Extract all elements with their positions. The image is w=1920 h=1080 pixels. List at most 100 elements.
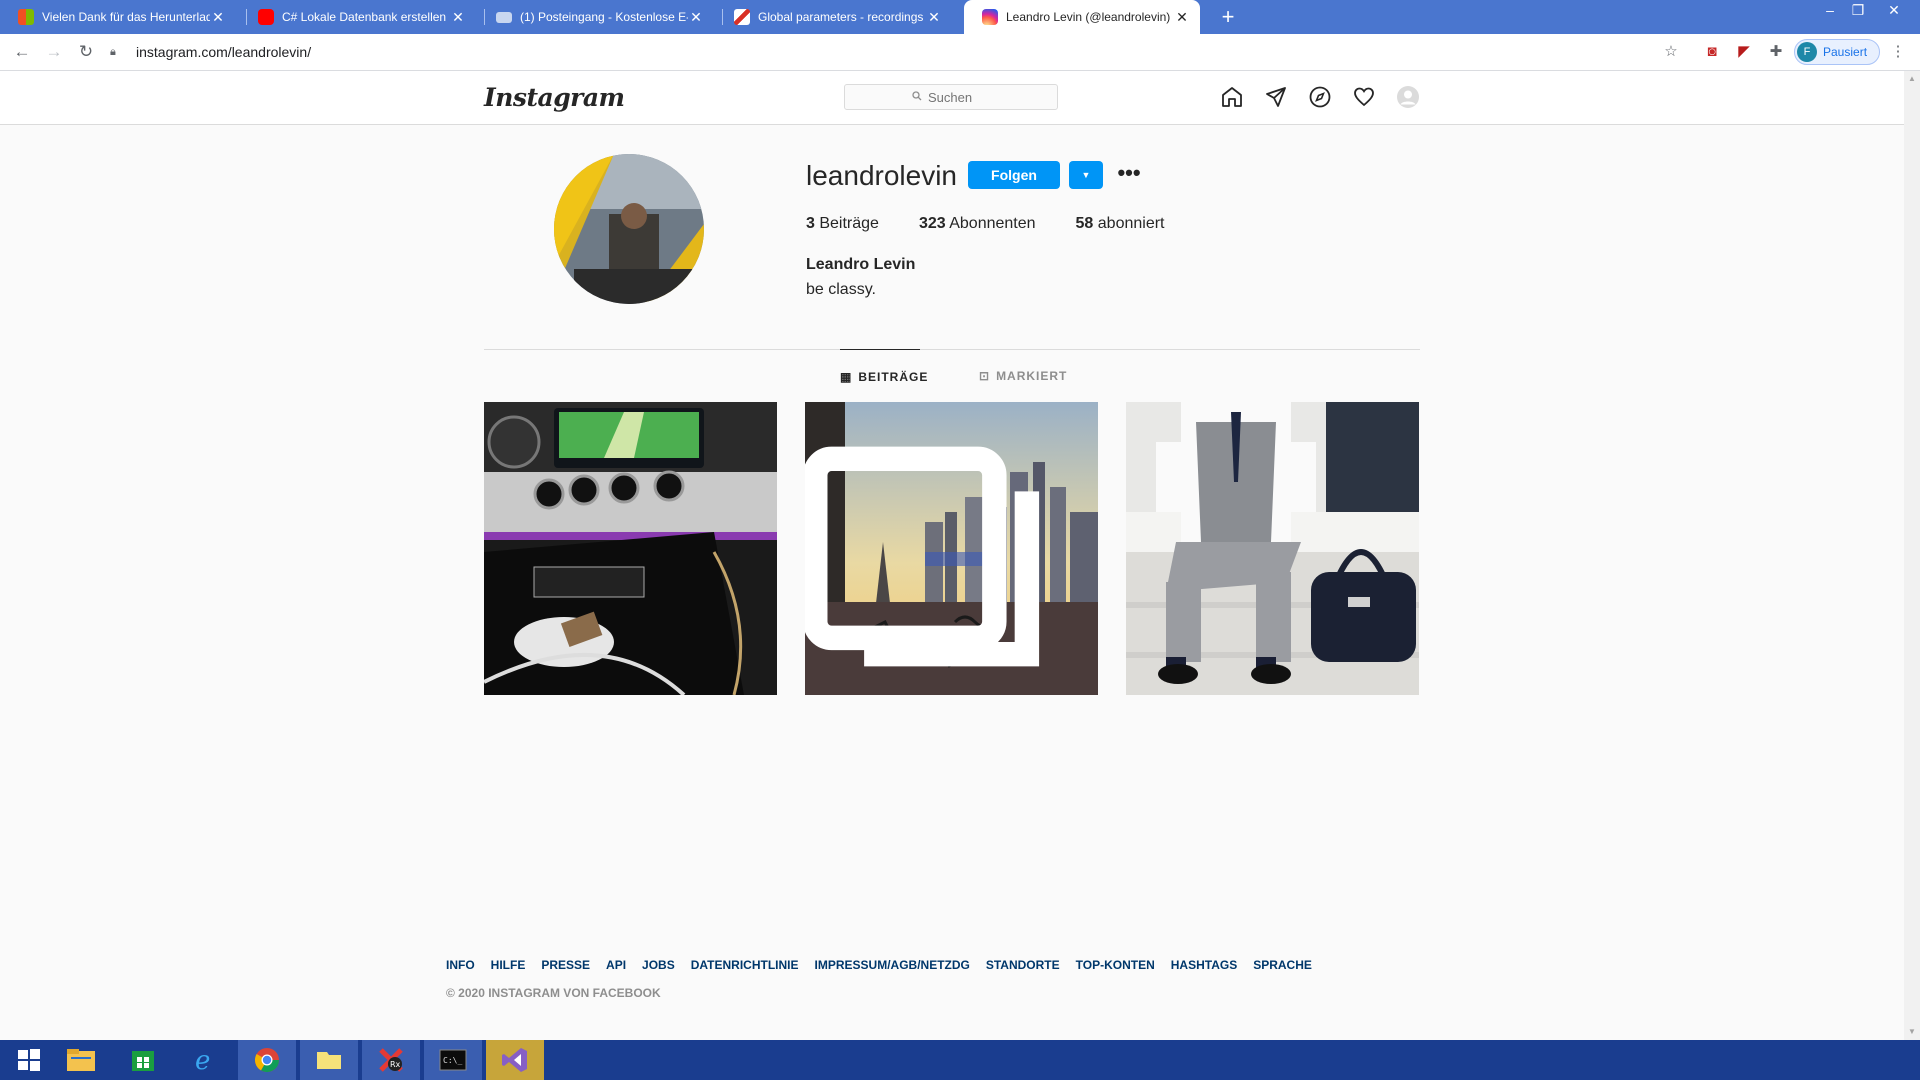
browser-tab[interactable]: Vielen Dank für das Herunterladen ✕ xyxy=(0,0,236,34)
chrome-taskbar-icon[interactable] xyxy=(238,1040,296,1080)
svg-text:e: e xyxy=(195,1046,210,1074)
recordings-favicon-icon xyxy=(734,9,750,25)
search-icon xyxy=(912,90,922,104)
post-car-interior[interactable] xyxy=(484,402,777,695)
close-tab-icon[interactable]: ✕ xyxy=(450,9,466,26)
footer-link-info[interactable]: INFO xyxy=(446,958,475,972)
profile-bio: be classy. xyxy=(806,281,876,298)
start-windows-icon[interactable] xyxy=(0,1040,58,1080)
footer-link-top-konten[interactable]: TOP-KONTEN xyxy=(1076,958,1155,972)
reload-icon[interactable]: ↻ xyxy=(74,40,98,64)
home-icon[interactable] xyxy=(1220,85,1244,109)
tab-title: Leandro Levin (@leandrolevin) • xyxy=(1006,10,1174,24)
profile-full-name: Leandro Levin xyxy=(806,256,916,273)
explore-compass-icon[interactable] xyxy=(1308,85,1332,109)
direct-messages-icon[interactable] xyxy=(1264,85,1288,109)
post-city-skyline[interactable] xyxy=(805,402,1098,695)
car-interior-image xyxy=(484,402,777,695)
posts-count: 3 xyxy=(806,215,815,232)
followers-label: Abonnenten xyxy=(949,215,1036,232)
visual-studio-icon[interactable] xyxy=(486,1040,544,1080)
internet-explorer-icon[interactable]: e xyxy=(176,1040,234,1080)
address-bar[interactable]: 🔒︎ instagram.com/leandrolevin/ xyxy=(110,38,1670,66)
profile-paused-button[interactable]: F Pausiert xyxy=(1794,39,1880,65)
instagram-favicon-icon xyxy=(982,9,998,25)
new-tab-button[interactable]: + xyxy=(1214,3,1242,31)
posts-stat: 3 Beiträge xyxy=(806,215,879,233)
back-icon[interactable]: ← xyxy=(10,40,34,64)
profile-avatar: F xyxy=(1797,42,1817,62)
browser-tab[interactable]: Global parameters - recordings ✕ xyxy=(716,0,952,34)
footer-link-sprache[interactable]: SPRACHE xyxy=(1253,958,1312,972)
file-explorer-icon[interactable] xyxy=(52,1040,110,1080)
pocket-extension-icon[interactable]: ◙ xyxy=(1702,42,1722,62)
multiple-photos-icon xyxy=(805,446,1040,667)
footer-link-hashtags[interactable]: HASHTAGS xyxy=(1171,958,1237,972)
notes-app-icon[interactable] xyxy=(300,1040,358,1080)
profile-picture[interactable] xyxy=(554,154,704,304)
tab-posts[interactable]: ▦ BEITRÄGE xyxy=(840,349,927,404)
footer-link-impressum[interactable]: IMPRESSUM/AGB/NETZDG xyxy=(815,958,970,972)
followers-stat[interactable]: 323 Abonnenten xyxy=(919,215,1036,233)
footer-link-hilfe[interactable]: HILFE xyxy=(491,958,526,972)
footer-link-jobs[interactable]: JOBS xyxy=(642,958,675,972)
url-text: instagram.com/leandrolevin/ xyxy=(136,44,312,60)
tab-tagged-label: MARKIERT xyxy=(996,369,1068,383)
profile-avatar-icon[interactable] xyxy=(1396,85,1420,109)
footer-link-api[interactable]: API xyxy=(606,958,626,972)
chrome-menu-icon[interactable]: ⋮ xyxy=(1888,42,1908,62)
svg-text:Rx: Rx xyxy=(390,1060,401,1069)
post-man-in-suit[interactable] xyxy=(1126,402,1419,695)
footer-link-datenrichtlinie[interactable]: DATENRICHTLINIE xyxy=(691,958,799,972)
instagram-logo[interactable]: Instagram xyxy=(484,83,625,112)
tab-posts-label: BEITRÄGE xyxy=(858,370,929,384)
scroll-down-icon[interactable]: ▼ xyxy=(1904,1024,1920,1040)
close-tab-icon[interactable]: ✕ xyxy=(210,9,226,26)
restore-icon[interactable]: ❐ xyxy=(1844,0,1872,22)
tab-title: Global parameters - recordings xyxy=(758,10,924,24)
tab-title: Vielen Dank für das Herunterladen xyxy=(42,10,210,24)
footer-links: INFO HILFE PRESSE API JOBS DATENRICHTLIN… xyxy=(446,958,1328,972)
svg-text:C:\_: C:\_ xyxy=(443,1056,462,1065)
close-tab-icon[interactable]: ✕ xyxy=(926,9,942,26)
terminal-icon[interactable]: C:\_ xyxy=(424,1040,482,1080)
scroll-up-icon[interactable]: ▲ xyxy=(1904,71,1920,87)
forward-icon[interactable]: → xyxy=(42,40,66,64)
search-box[interactable] xyxy=(844,84,1058,110)
browser-tab[interactable]: (1) Posteingang - Kostenlose E-M ✕ xyxy=(478,0,714,34)
mail-favicon-icon xyxy=(496,11,512,23)
rx-app-icon[interactable]: Rx xyxy=(362,1040,420,1080)
minimize-icon[interactable]: – xyxy=(1816,0,1844,22)
browser-toolbar: ← → ↻ 🔒︎ instagram.com/leandrolevin/ ☆ ◙… xyxy=(0,34,1920,71)
page-scrollbar[interactable]: ▲ ▼ xyxy=(1904,71,1920,1040)
pdf-extension-icon[interactable]: ◤ xyxy=(1734,42,1754,62)
close-tab-icon[interactable]: ✕ xyxy=(688,9,704,26)
browser-tab-active[interactable]: Leandro Levin (@leandrolevin) • ✕ xyxy=(964,0,1200,34)
more-options-icon[interactable]: ••• xyxy=(1114,161,1144,189)
followers-count: 323 xyxy=(918,215,946,232)
extensions-puzzle-icon[interactable]: ✚ xyxy=(1766,42,1786,62)
tagged-icon: ⊡ xyxy=(979,369,991,383)
tabs-divider xyxy=(484,349,1420,350)
tab-tagged[interactable]: ⊡ MARKIERT xyxy=(979,349,1067,403)
footer-link-presse[interactable]: PRESSE xyxy=(541,958,590,972)
follow-button[interactable]: Folgen xyxy=(968,161,1060,189)
footer-link-standorte[interactable]: STANDORTE xyxy=(986,958,1060,972)
activity-heart-icon[interactable] xyxy=(1352,85,1376,109)
search-input[interactable] xyxy=(926,88,990,106)
following-count: 58 xyxy=(1075,215,1094,232)
close-tab-icon[interactable]: ✕ xyxy=(1174,9,1190,26)
tab-title: C# Lokale Datenbank erstellen u xyxy=(282,10,450,24)
windows-taskbar: e Rx C:\_ xyxy=(0,1040,1920,1080)
man-in-suit-image xyxy=(1126,402,1419,695)
browser-tab[interactable]: C# Lokale Datenbank erstellen u ✕ xyxy=(240,0,476,34)
bookmark-star-icon[interactable]: ☆ xyxy=(1661,42,1681,62)
tab-title: (1) Posteingang - Kostenlose E-M xyxy=(520,10,688,24)
copyright: © 2020 INSTAGRAM VON FACEBOOK xyxy=(446,986,661,1000)
profile-status: Pausiert xyxy=(1823,45,1868,59)
suggestions-dropdown-icon[interactable]: ▼ xyxy=(1069,161,1103,189)
profile-stats: 3 Beiträge 323 Abonnenten 58 abonniert xyxy=(806,215,1205,233)
close-window-icon[interactable]: ✕ xyxy=(1880,0,1908,22)
store-icon[interactable] xyxy=(114,1040,172,1080)
following-stat[interactable]: 58 abonniert xyxy=(1076,215,1165,233)
